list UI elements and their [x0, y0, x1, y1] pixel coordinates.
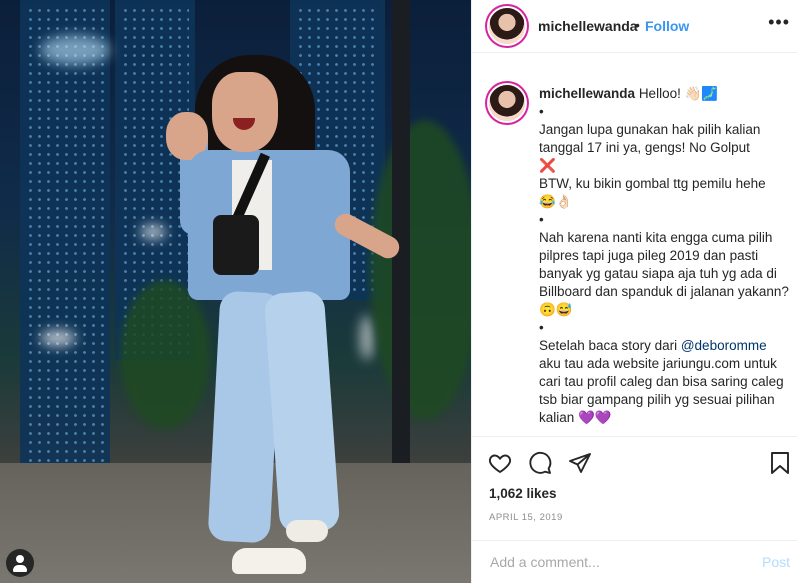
person-shoe [232, 548, 306, 574]
bookmark-icon[interactable] [768, 451, 792, 475]
background-tree [370, 120, 471, 420]
caption-line: Jangan lupa gunakan hak pilih kalian tan… [539, 122, 761, 155]
laugh-emoji: 😂👌🏻 [539, 194, 573, 209]
post-header: michellewanda • Follow ••• [472, 0, 797, 53]
user-icon[interactable] [6, 549, 34, 577]
cross-emoji: ❌ [539, 158, 556, 173]
header-separator: • [635, 17, 640, 33]
caption-text: michellewanda Helloo! 👋🏻🗾 • Jangan lupa … [539, 85, 789, 427]
city-light [40, 330, 76, 346]
post-comment-button[interactable]: Post [762, 554, 790, 570]
comment-bar: Post [472, 540, 797, 584]
follow-button[interactable]: Follow [645, 18, 689, 34]
person-shoe [286, 520, 328, 542]
more-options-icon[interactable]: ••• [768, 12, 790, 33]
comment-icon[interactable] [528, 451, 552, 475]
smile-emoji: 🙃😅 [539, 302, 573, 317]
likes-count[interactable]: 1,062 likes [489, 486, 557, 501]
background-tree [120, 280, 210, 430]
background-building [20, 0, 110, 480]
person-face [212, 72, 278, 152]
city-light [40, 35, 110, 65]
caption-section: michellewanda Helloo! 👋🏻🗾 • Jangan lupa … [472, 52, 797, 436]
caption-line: BTW, ku bikin gombal ttg pemilu hehe [539, 176, 766, 191]
heart-icon[interactable] [488, 451, 512, 475]
caption-username[interactable]: michellewanda [539, 86, 635, 101]
caption-line: Nah karena nanti kita engga cuma pilih p… [539, 230, 789, 299]
post-date[interactable]: APRIL 15, 2019 [489, 512, 563, 523]
post-side-panel: michellewanda • Follow ••• michellewanda… [471, 0, 797, 583]
city-light [360, 315, 374, 360]
waist-bag [213, 215, 259, 275]
header-username[interactable]: michellewanda [538, 18, 638, 34]
share-icon[interactable] [568, 451, 592, 475]
city-light [140, 225, 166, 239]
mention-link[interactable]: @deboromme [681, 338, 767, 353]
comment-input[interactable] [488, 553, 732, 571]
action-bar: 1,062 likes APRIL 15, 2019 [472, 436, 797, 547]
avatar[interactable] [489, 85, 525, 121]
caption-intro: Helloo! 👋🏻🗾 [638, 86, 719, 101]
caption-bullet: • [539, 212, 544, 227]
heart-emoji: 💜💜 [578, 410, 612, 425]
avatar[interactable] [489, 8, 525, 44]
caption-bullet: • [539, 320, 544, 335]
post-photo[interactable] [0, 0, 471, 583]
caption-line: Setelah baca story dari [539, 338, 681, 353]
caption-bullet: • [539, 104, 544, 119]
caption-line: aku tau ada website jariungu.com untuk c… [539, 356, 784, 425]
